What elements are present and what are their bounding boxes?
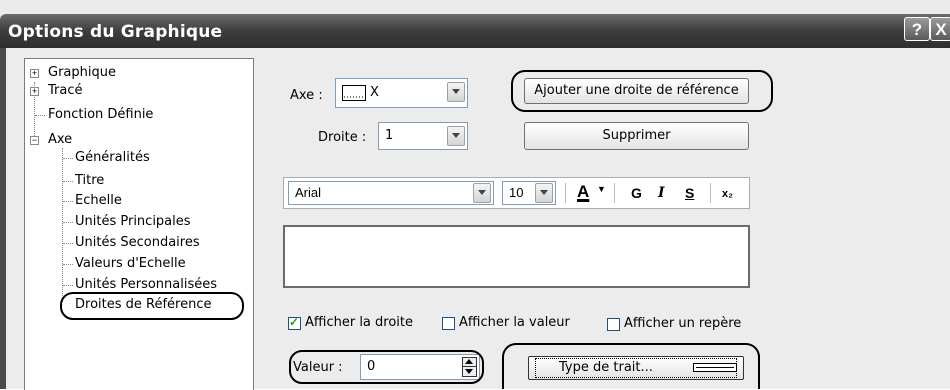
highlight-oval [289,350,484,384]
font-name-select[interactable]: Arial [288,181,494,205]
font-color-icon[interactable]: A [577,182,589,202]
show-marker-label[interactable]: Afficher un repère [624,316,741,331]
tree-item-valeurs-echelle[interactable]: Valeurs d'Echelle [75,256,186,271]
tree-connector [63,243,73,244]
underline-icon[interactable]: S [685,185,694,201]
font-size-select[interactable]: 10 [502,181,556,205]
highlight-oval [60,292,244,320]
chevron-down-icon[interactable] [473,183,491,203]
subscript-icon[interactable]: x₂ [722,188,733,200]
tree-item-echelle[interactable]: Echelle [75,193,122,208]
italic-icon[interactable]: I [658,185,665,201]
tree-connector [63,158,73,159]
show-value-label[interactable]: Afficher la valeur [459,315,570,330]
help-button[interactable]: ? [904,17,930,41]
window-left-border [0,48,6,389]
show-value-checkbox[interactable] [442,317,455,330]
delete-button[interactable]: Supprimer [524,122,749,150]
window-title: Options du Graphique [8,22,223,42]
highlight-oval [502,343,760,389]
expand-icon[interactable]: + [30,87,39,96]
bold-icon[interactable]: G [631,185,642,201]
show-line-label[interactable]: Afficher la droite [305,315,413,330]
tree-item-generalites[interactable]: Généralités [75,150,150,165]
tree-connector [62,148,63,302]
axe-value: X [370,85,379,100]
tree-item-axe[interactable]: Axe [48,132,72,147]
tree-connector [63,285,73,286]
tree-item-fonction-definie[interactable]: Fonction Définie [48,107,153,122]
axis-icon [342,85,366,101]
droite-value: 1 [385,128,394,143]
toolbar-separator [614,183,615,203]
close-button[interactable]: X [930,17,950,41]
tree-connector [35,115,45,116]
show-line-checkbox[interactable] [288,315,301,330]
show-marker-checkbox[interactable] [607,318,620,331]
highlight-oval [511,70,773,112]
droite-select[interactable]: 1 [378,122,468,150]
collapse-icon[interactable]: − [30,136,39,145]
tree-connector [63,222,73,223]
reference-text-area[interactable] [283,225,750,288]
tree-connector [63,201,73,202]
tree-connector [63,181,73,182]
font-name-value: Arial [295,185,322,200]
tree-item-unites-secondaires[interactable]: Unités Secondaires [75,235,200,250]
tree-item-unites-personnalisees[interactable]: Unités Personnalisées [75,277,217,292]
axe-label: Axe : [290,88,323,103]
tree-item-graphique[interactable]: Graphique [48,65,116,80]
tree-item-trace[interactable]: Tracé [48,83,83,98]
toolbar-separator [710,183,711,203]
font-color-dropdown-icon[interactable]: ▼ [597,184,606,194]
tree-item-unites-principales[interactable]: Unités Principales [75,214,191,229]
tree-connector [63,264,73,265]
tree-item-titre[interactable]: Titre [75,173,104,188]
font-size-value: 10 [509,185,524,200]
toolbar-separator [565,183,566,203]
axe-select[interactable]: X [335,78,468,108]
expand-icon[interactable]: + [30,69,39,78]
chevron-down-icon[interactable] [447,82,465,102]
droite-label: Droite : [318,130,367,145]
chevron-down-icon[interactable] [447,126,465,146]
chevron-down-icon[interactable] [535,183,553,203]
